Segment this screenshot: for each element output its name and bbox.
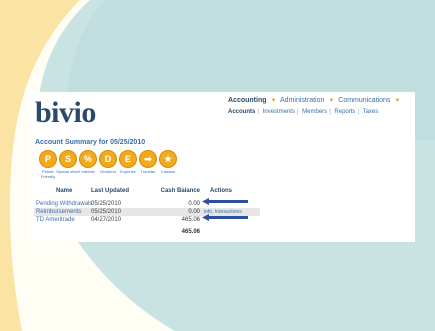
last-updated: 05/25/2010 — [91, 209, 122, 215]
action-label: Classes — [160, 169, 176, 174]
header-last-updated[interactable]: Last Updated — [91, 187, 129, 196]
account-name-link[interactable]: Reimbursements — [36, 208, 81, 216]
subnav-investments[interactable]: Investments — [263, 109, 295, 115]
subnav-accounts[interactable]: Accounts — [228, 109, 255, 115]
spreadsheet-icon: S — [59, 150, 77, 168]
nav-administration[interactable]: Administration — [280, 97, 324, 104]
star-icon: ★ — [159, 150, 177, 168]
account-name-link[interactable]: Pending Withdrawals — [36, 200, 92, 208]
table-header: Name Last Updated Cash Balance Actions — [34, 187, 260, 196]
page-title: Account Summary for 05/25/2010 — [35, 139, 146, 146]
header-name[interactable]: Name — [56, 187, 72, 196]
header-actions: Actions — [210, 188, 233, 194]
printer-icon: P — [39, 150, 57, 168]
bivio-logo[interactable]: bivio — [35, 96, 96, 130]
cash-balance: 465.06 — [181, 217, 200, 223]
account-name-link[interactable]: TD Ameritrade — [36, 216, 75, 224]
cash-balance: 0.00 — [188, 209, 200, 215]
header-cash-balance[interactable]: Cash Balance — [161, 187, 200, 196]
subnav-reports[interactable]: Reports — [334, 109, 355, 115]
cash-balance: 0.00 — [188, 201, 200, 207]
subnav-members[interactable]: Members — [302, 109, 327, 115]
last-updated: 05/25/2010 — [91, 201, 122, 207]
percent-icon: % — [79, 150, 97, 168]
expense-icon: E — [119, 150, 137, 168]
total-balance: 465.06 — [181, 229, 200, 235]
arrow-right-icon: ➡ — [139, 150, 157, 168]
dividend-icon: D — [99, 150, 117, 168]
annotation-arrow-icon — [202, 214, 248, 221]
nav-communications[interactable]: Communications — [338, 97, 390, 104]
sub-navigation: Accounts | Investments | Members | Reports |… — [228, 109, 379, 115]
subnav-taxes[interactable]: Taxes — [363, 109, 379, 115]
chevron-down-icon: ▼ — [270, 98, 277, 104]
app-screenshot-card: bivio Accounting ▼ Administration ▼ Commun… — [30, 92, 415, 242]
last-updated: 04/27/2010 — [91, 217, 122, 223]
chevron-down-icon: ▼ — [394, 98, 401, 104]
top-navigation: Accounting ▼ Administration ▼ Communicatio… — [228, 97, 402, 104]
nav-accounting[interactable]: Accounting — [228, 97, 267, 104]
annotation-arrow-icon — [202, 198, 248, 205]
chevron-down-icon: ▼ — [328, 98, 335, 104]
classes-button[interactable]: ★ Classes — [156, 150, 180, 174]
